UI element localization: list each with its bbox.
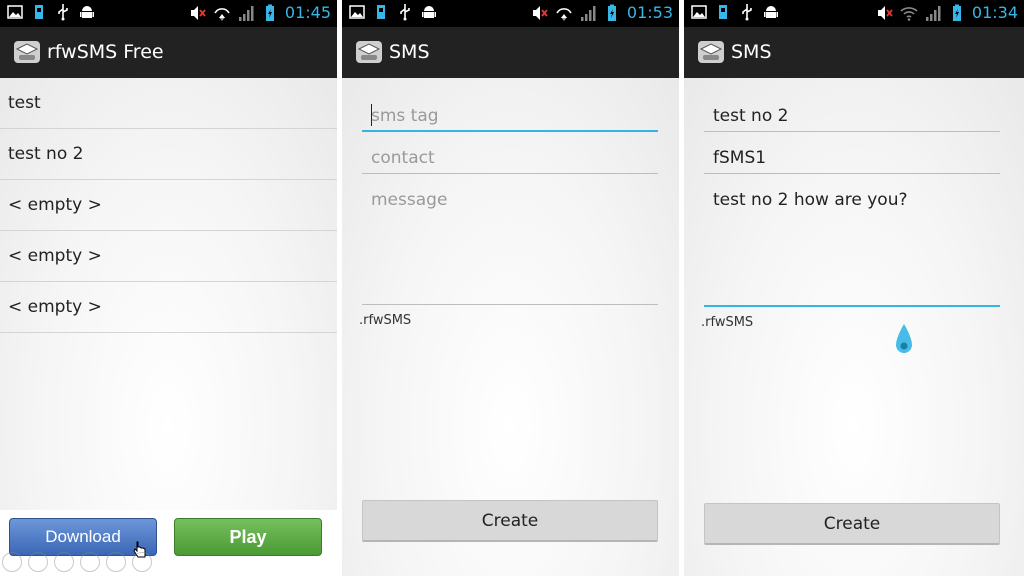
volume-muted-icon <box>190 6 206 20</box>
create-button[interactable]: Create <box>704 503 1000 545</box>
play-button[interactable]: Play <box>174 518 322 556</box>
sd-card-icon <box>35 5 43 19</box>
wifi-icon <box>900 7 918 21</box>
overlay-zoom-icon <box>106 552 126 572</box>
list-item[interactable]: test <box>0 78 337 129</box>
text-selection-handle-icon[interactable] <box>893 323 915 359</box>
message-list: test test no 2 < empty > < empty > < emp… <box>0 78 337 576</box>
list-item-label: < empty > <box>8 195 102 215</box>
gallery-icon <box>691 5 707 19</box>
status-bar: 01:45 <box>0 0 337 27</box>
create-button[interactable]: Create <box>362 500 658 542</box>
message-placeholder: message <box>371 190 448 210</box>
sms-form: test no 2 fSMS1 test no 2 how are you? .… <box>684 78 1024 576</box>
contact-input[interactable]: fSMS1 <box>704 146 1000 174</box>
app-logo-icon[interactable] <box>697 38 725 66</box>
gallery-icon <box>7 5 23 19</box>
sms-form: sms tag contact message .rfwSMS Create <box>342 78 679 576</box>
ad-button-bar: Download Play <box>0 510 337 576</box>
app-logo-icon[interactable] <box>355 38 383 66</box>
signal-icon <box>580 6 596 21</box>
usb-icon <box>400 4 410 21</box>
list-item-label: < empty > <box>8 246 102 266</box>
signature-label: .rfwSMS <box>359 313 412 328</box>
status-time: 01:34 <box>971 3 1018 22</box>
list-item-label: < empty > <box>8 297 102 317</box>
message-input[interactable]: message <box>362 188 658 305</box>
overlay-gear-icon <box>2 552 22 572</box>
message-value: test no 2 how are you? <box>713 190 908 210</box>
list-item[interactable]: < empty > <box>0 231 337 282</box>
android-debug-icon <box>422 6 436 18</box>
overlay-info-icon <box>132 552 152 572</box>
status-bar: 01:34 <box>684 0 1024 27</box>
list-item[interactable]: test no 2 <box>0 129 337 180</box>
gallery-icon <box>349 5 365 19</box>
signal-icon <box>925 6 941 21</box>
screen-create-sms-empty: 01:53 SMS sms tag contact message .rfwSM… <box>342 0 679 576</box>
data-arrows-icon <box>556 8 572 21</box>
sms-tag-value: test no 2 <box>713 106 789 126</box>
sms-tag-placeholder: sms tag <box>371 106 439 126</box>
action-bar: SMS <box>342 27 679 78</box>
list-item-label: test no 2 <box>8 144 84 164</box>
overlay-play-icon <box>28 552 48 572</box>
android-debug-icon <box>764 6 778 18</box>
overlay-pen-icon <box>54 552 74 572</box>
status-bar: 01:53 <box>342 0 679 27</box>
battery-charging-icon <box>952 4 961 21</box>
volume-muted-icon <box>532 6 548 20</box>
contact-placeholder: contact <box>371 148 435 168</box>
signature-label: .rfwSMS <box>701 315 754 330</box>
sms-tag-input[interactable]: test no 2 <box>704 104 1000 132</box>
app-title: rfwSMS Free <box>47 41 164 63</box>
overlay-toolbar <box>2 552 152 572</box>
sd-card-icon <box>377 5 385 19</box>
battery-charging-icon <box>607 4 616 21</box>
contact-value: fSMS1 <box>713 148 767 168</box>
android-debug-icon <box>80 6 94 18</box>
volume-muted-icon <box>877 6 893 20</box>
sms-tag-input[interactable]: sms tag <box>362 104 658 132</box>
signal-icon <box>238 6 254 21</box>
usb-icon <box>58 4 68 21</box>
usb-icon <box>742 4 752 21</box>
list-item[interactable]: < empty > <box>0 180 337 231</box>
screen-title: SMS <box>389 41 430 63</box>
message-input[interactable]: test no 2 how are you? <box>704 188 1000 353</box>
screen-create-sms-filled: 01:34 SMS test no 2 fSMS1 test no 2 how … <box>684 0 1024 576</box>
list-item[interactable]: < empty > <box>0 282 337 333</box>
screen-title: SMS <box>731 41 772 63</box>
action-bar: SMS <box>684 27 1024 78</box>
screen-message-list: 01:45 rfwSMS Free test test no 2 < empty… <box>0 0 337 576</box>
app-logo-icon[interactable] <box>13 38 41 66</box>
sd-card-icon <box>719 5 727 19</box>
status-time: 01:45 <box>284 3 331 22</box>
action-bar: rfwSMS Free <box>0 27 337 78</box>
data-arrows-icon <box>214 8 230 21</box>
contact-input[interactable]: contact <box>362 146 658 174</box>
status-time: 01:53 <box>626 3 673 22</box>
battery-charging-icon <box>265 4 274 21</box>
overlay-copy-icon <box>80 552 100 572</box>
list-item-label: test <box>8 93 41 113</box>
